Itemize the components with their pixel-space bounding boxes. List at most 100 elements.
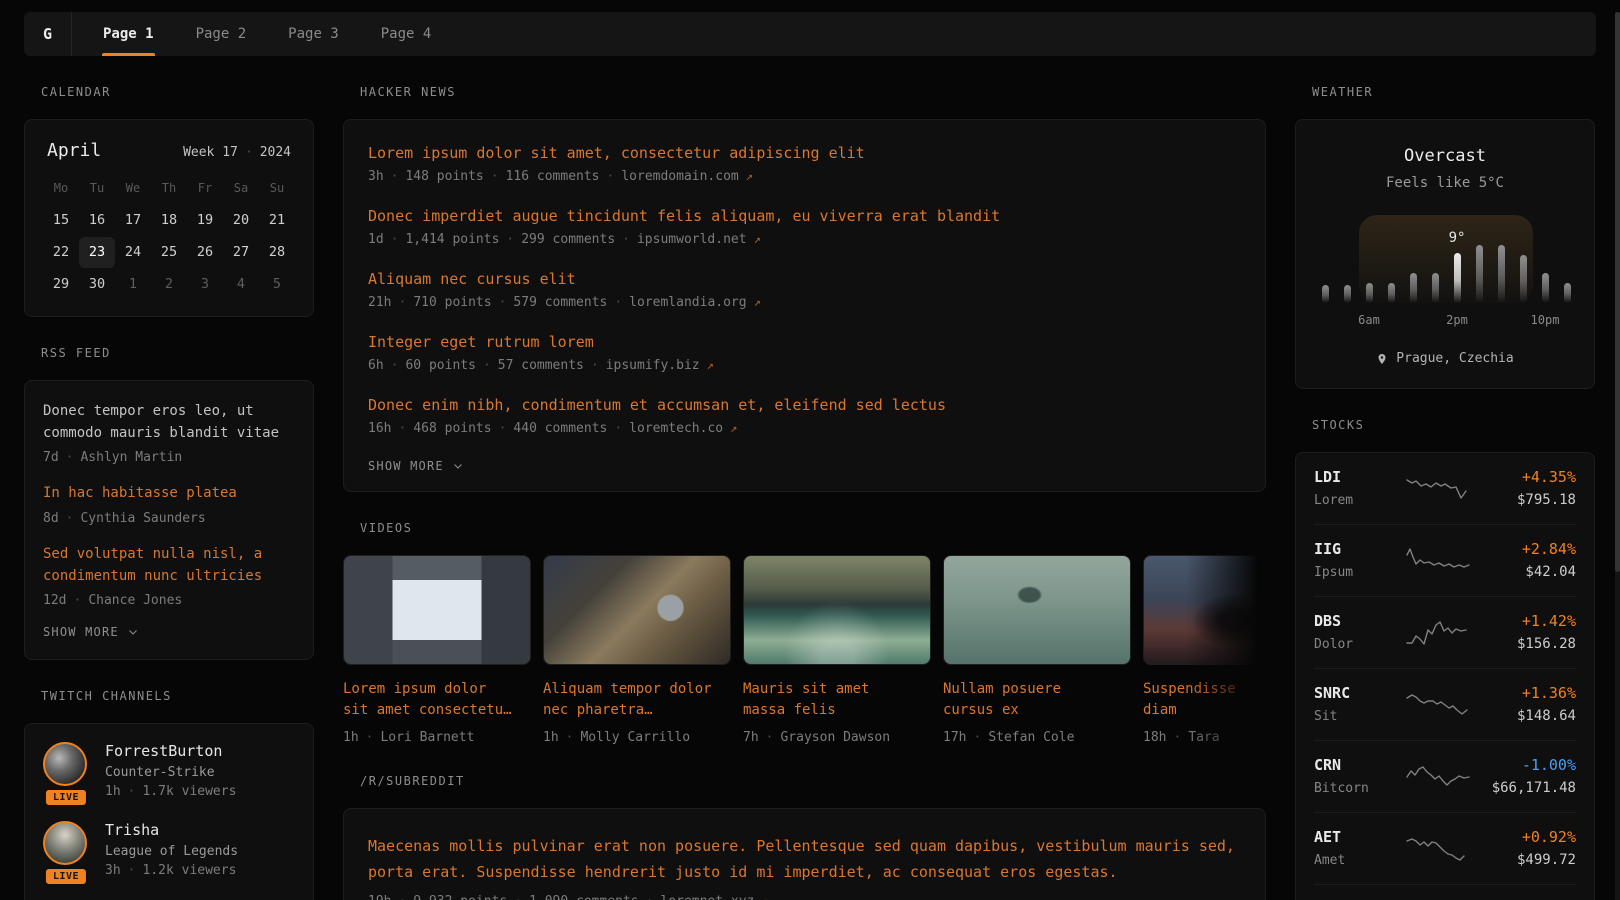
twitch-channel-row[interactable]: LIVEForrestBurtonCounter-Strike1h·1.7k v… (43, 742, 295, 799)
stock-row[interactable]: CRNBitcorn-1.00%$66,171.48 (1314, 740, 1576, 812)
video-thumbnail[interactable] (1143, 555, 1266, 665)
separator-dot: · (66, 450, 74, 465)
tab-page-4[interactable]: Page 4 (360, 12, 453, 56)
stock-price: $42.04 (1480, 564, 1576, 580)
hackernews-item: Aliquam nec cursus elit21h·710 points·57… (368, 270, 1241, 310)
video-card[interactable]: Mauris sit ametmassa felis7h·Grayson Daw… (743, 555, 931, 745)
stock-name: Dolor (1314, 637, 1396, 652)
rss-show-more-button[interactable]: SHOW MORE (43, 625, 295, 639)
rss-item-title[interactable]: Donec tempor eros leo, ut commodo mauris… (43, 401, 295, 444)
meta-part: 1.7k viewers (142, 784, 236, 799)
stock-row[interactable]: CCSConsectetur+0.51%$165.84 (1314, 884, 1576, 900)
video-title[interactable]: Nullam posuerecursus ex (943, 679, 1131, 721)
separator-dot: · (607, 169, 615, 184)
calendar-day: 24 (115, 237, 151, 268)
stock-row[interactable]: SNRCSit+1.36%$148.64 (1314, 668, 1576, 740)
separator-dot: · (514, 894, 522, 900)
hackernews-item-title[interactable]: Aliquam nec cursus elit (368, 270, 1241, 288)
meta-part: 579 comments (513, 295, 607, 310)
meta-part: 148 points (405, 169, 483, 184)
video-thumbnail[interactable] (543, 555, 731, 665)
video-thumbnail[interactable] (943, 555, 1131, 665)
meta-part: 18h (1143, 730, 1166, 745)
scrollbar-thumb[interactable] (1615, 12, 1620, 572)
stock-values: +1.36%$148.64 (1480, 684, 1576, 724)
time-axis-label: 10pm (1531, 313, 1560, 327)
rss-item-title[interactable]: Sed volutpat nulla nisl, a condimentum n… (43, 544, 295, 587)
meta-part: 1h (343, 730, 359, 745)
stock-row[interactable]: DBSDolor+1.42%$156.28 (1314, 596, 1576, 668)
separator-dot: · (398, 295, 406, 310)
meta-part: 57 comments (498, 358, 584, 373)
current-temperature-label: 9° (1449, 230, 1466, 246)
hackernews-item-title[interactable]: Donec enim nibh, condimentum et accumsan… (368, 396, 1241, 414)
video-card[interactable]: Nullam posuerecursus ex17h·Stefan Cole (943, 555, 1131, 745)
section-header-stocks: STOCKS (1312, 418, 1595, 432)
hackernews-item-title[interactable]: Donec imperdiet augue tincidunt felis al… (368, 207, 1241, 225)
stock-sparkline (1405, 834, 1471, 862)
video-thumbnail[interactable] (343, 555, 531, 665)
hackernews-item-title[interactable]: Integer eget rutrum lorem (368, 333, 1241, 351)
separator-dot: · (398, 894, 406, 900)
stock-ticker: SNRC (1314, 684, 1396, 702)
stock-change: +4.35% (1480, 468, 1576, 486)
hackernews-section: HACKER NEWS Lorem ipsum dolor sit amet, … (343, 85, 1266, 492)
separator-dot: · (622, 232, 630, 247)
subreddit-item-title[interactable]: Maecenas mollis pulvinar erat non posuer… (368, 833, 1241, 886)
video-card[interactable]: Lorem ipsum dolorsit amet consectetu…1h·… (343, 555, 531, 745)
stock-ticker: DBS (1314, 612, 1396, 630)
hackernews-show-more-button[interactable]: SHOW MORE (368, 459, 1241, 473)
video-title[interactable]: Aliquam tempor dolornec pharetra… (543, 679, 731, 721)
stock-values: +0.92%$499.72 (1480, 828, 1576, 868)
hackernews-item: Donec imperdiet augue tincidunt felis al… (368, 207, 1241, 247)
dashboard-grid: CALENDAR April Week 17·2024 MoTuWeThFrSa… (24, 56, 1596, 900)
external-link-icon: ↗ (730, 421, 737, 435)
video-title[interactable]: Mauris sit ametmassa felis (743, 679, 931, 721)
stock-row[interactable]: LDILorem+4.35%$795.18 (1314, 453, 1576, 524)
section-header-weather: WEATHER (1312, 85, 1595, 99)
hackernews-item-title[interactable]: Lorem ipsum dolor sit amet, consectetur … (368, 144, 1241, 162)
item-meta: 8d·Cynthia Saunders (43, 511, 295, 526)
item-meta: 3h·148 points·116 comments·loremdomain.c… (368, 169, 1241, 184)
stock-price: $148.64 (1480, 708, 1576, 724)
tab-page-1[interactable]: Page 1 (82, 12, 175, 56)
calendar-day: 1 (115, 269, 151, 300)
calendar-day: 30 (79, 269, 115, 300)
stock-row[interactable]: AETAmet+0.92%$499.72 (1314, 812, 1576, 884)
item-meta: 18h·Tara (1143, 730, 1266, 745)
calendar-header-row: April Week 17·2024 (43, 140, 295, 161)
video-card[interactable]: Aliquam tempor dolornec pharetra…1h·Moll… (543, 555, 731, 745)
meta-part: loremtech.co (629, 421, 723, 436)
tab-page-3[interactable]: Page 3 (267, 12, 360, 56)
stock-sparkline (1405, 546, 1471, 574)
video-title[interactable]: Lorem ipsum dolorsit amet consectetu… (343, 679, 531, 721)
calendar-section: CALENDAR April Week 17·2024 MoTuWeThFrSa… (24, 85, 314, 317)
calendar-widget: April Week 17·2024 MoTuWeThFrSaSu 151617… (24, 119, 314, 317)
separator-dot: · (646, 894, 654, 900)
separator-dot: · (483, 358, 491, 373)
meta-part: 3h (368, 169, 384, 184)
twitch-channel-row[interactable]: LIVETrishaLeague of Legends3h·1.2k viewe… (43, 821, 295, 878)
item-meta: 21h·710 points·579 comments·loremlandia.… (368, 295, 1241, 310)
app-logo[interactable]: G (24, 12, 72, 56)
stock-row[interactable]: IIGIpsum+2.84%$42.04 (1314, 524, 1576, 596)
dashboard-page: G Page 1Page 2Page 3Page 4 CALENDAR Apri… (0, 12, 1620, 900)
video-card[interactable]: Suspendissediam 18h·Tara (1143, 555, 1266, 745)
video-title[interactable]: Suspendissediam (1143, 679, 1266, 721)
video-thumbnail[interactable] (743, 555, 931, 665)
meta-part: 8d (43, 511, 59, 526)
calendar-day-grid: 1516171819202122232425262728293012345 (43, 205, 295, 300)
separator-dot: · (398, 421, 406, 436)
right-column: WEATHER Overcast Feels like 5°C 9° 6am2p… (1295, 56, 1595, 900)
tab-page-2[interactable]: Page 2 (175, 12, 268, 56)
middle-column: HACKER NEWS Lorem ipsum dolor sit amet, … (343, 56, 1266, 900)
stock-ticker: IIG (1314, 540, 1396, 558)
weekday-label: Tu (79, 181, 115, 205)
live-badge: LIVE (44, 867, 88, 886)
weekday-label: Mo (43, 181, 79, 205)
meta-part: 6h (368, 358, 384, 373)
rss-item-title[interactable]: In hac habitasse platea (43, 483, 295, 505)
hackernews-widget: Lorem ipsum dolor sit amet, consectetur … (343, 119, 1266, 492)
stock-sparkline (1405, 474, 1471, 502)
page-scrollbar[interactable] (1615, 12, 1620, 900)
